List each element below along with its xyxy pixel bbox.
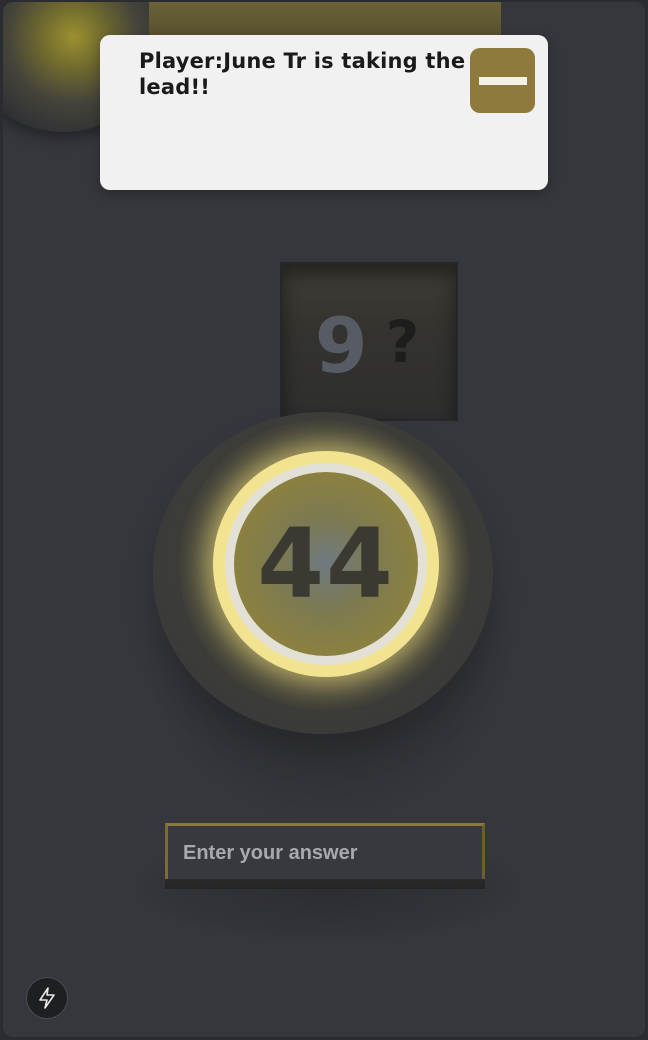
question-unknown: ? — [385, 308, 424, 376]
quick-action-button[interactable] — [26, 977, 68, 1019]
dial-value: 44 — [257, 508, 395, 620]
minus-icon — [478, 76, 527, 85]
game-screen: Player:June Tr is taking the lead!! 9? 4… — [3, 2, 645, 1037]
dismiss-notification-button[interactable] — [470, 48, 535, 113]
lightning-bolt-icon — [39, 987, 55, 1009]
question-display: 9? — [280, 262, 458, 421]
question-digit: 9 — [314, 301, 372, 390]
answer-field-frame — [165, 823, 485, 889]
answer-input[interactable] — [168, 826, 482, 880]
question-text: 9? — [282, 302, 456, 386]
notification-message: Player:June Tr is taking the lead!! — [139, 49, 466, 99]
lead-notification: Player:June Tr is taking the lead!! — [100, 35, 548, 190]
